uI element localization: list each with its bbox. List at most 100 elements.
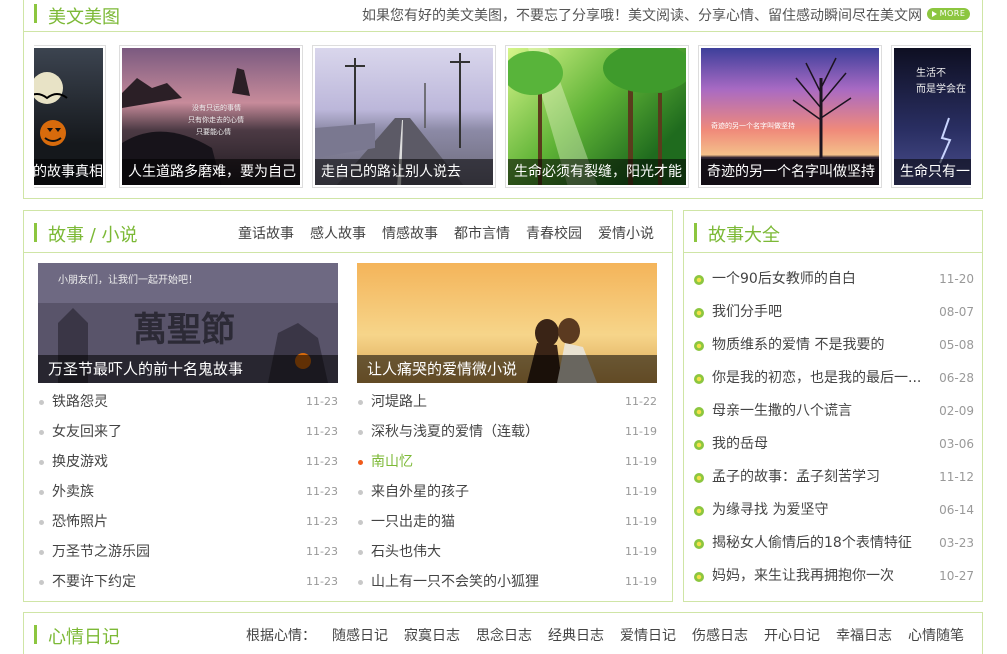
list-item[interactable]: 外卖族 11-23: [38, 477, 338, 507]
story-title[interactable]: 故事 / 小说: [48, 221, 138, 247]
flower-bullet-icon: [694, 308, 704, 318]
tab-random-diary[interactable]: 随感日记: [332, 625, 388, 645]
item-title: 恐怖照片: [52, 514, 108, 530]
gallery-item[interactable]: 没有只远的事情 只有你走去的心情 只要能心情 人生道路多磨难，要为自己: [119, 45, 303, 188]
diary-title[interactable]: 心情日记: [48, 623, 120, 649]
list-item[interactable]: 换皮游戏 11-23: [38, 447, 338, 477]
item-date: 11-19: [625, 455, 657, 468]
list-item[interactable]: 女友回来了 11-23: [38, 417, 338, 447]
flower-bullet-icon: [694, 506, 704, 516]
flower-bullet-icon: [694, 572, 704, 582]
svg-text:小朋友们，让我们一起开始吧！: 小朋友们，让我们一起开始吧！: [58, 273, 198, 286]
bullet-icon: [358, 580, 363, 585]
tab-fairy-tale[interactable]: 童话故事: [238, 223, 294, 243]
bullet-icon: [358, 400, 363, 405]
gallery-item[interactable]: 奇迹的另一个名字叫做坚持 奇迹的另一个名字叫做坚持: [698, 45, 882, 188]
item-date: 11-23: [306, 545, 338, 558]
item-date: 05-08: [937, 329, 974, 362]
svg-text:奇迹的另一个名字叫做坚持: 奇迹的另一个名字叫做坚持: [711, 121, 795, 130]
svg-text:只要能心情: 只要能心情: [196, 127, 231, 136]
gallery-item[interactable]: 生活不 而是学会在 生命只有一: [891, 45, 971, 188]
list-item[interactable]: 万圣节之游乐园 11-23: [38, 537, 338, 567]
tab-missing-log[interactable]: 思念日志: [476, 625, 532, 645]
tab-touching-story[interactable]: 感人故事: [310, 223, 366, 243]
flower-bullet-icon: [694, 407, 704, 417]
gallery-strip: 的故事真相 没有只远的事情 只有你走去的心情 只要能心情 人生道路多磨难，要为自…: [34, 45, 971, 188]
gallery-item[interactable]: 走自己的路让别人说去: [312, 45, 496, 188]
story-list-right: 河堤路上 11-22 深秋与浅夏的爱情（连载） 11-19 南山忆 11-19 来自外…: [357, 387, 657, 597]
item-date: 06-28: [937, 362, 974, 395]
tab-classic-log[interactable]: 经典日志: [548, 625, 604, 645]
list-item[interactable]: 恐怖照片 11-23: [38, 507, 338, 537]
item-title: 女友回来了: [52, 424, 122, 440]
tab-lonely-log[interactable]: 寂寞日志: [404, 625, 460, 645]
item-title: 揭秘女人偷情后的18个表情特征: [712, 535, 912, 551]
list-item[interactable]: 我的岳母 03-06: [694, 428, 974, 461]
tab-mood-essay[interactable]: 心情随笔: [908, 625, 964, 645]
side-list: 一个90后女教师的自白 11-20 我们分手吧 08-07 物质维系的爱情 不是我要…: [694, 263, 974, 593]
list-item[interactable]: 妈妈，来生让我再拥抱你一次 10-27: [694, 560, 974, 593]
list-item[interactable]: 不要许下约定 11-23: [38, 567, 338, 597]
story-category-tabs: 童话故事 感人故事 情感故事 都市言情 青春校园 爱情小说: [238, 223, 654, 243]
list-item[interactable]: 来自外星的孩子 11-19: [357, 477, 657, 507]
list-item[interactable]: 你是我的初恋，也是我的最后一... 06-28: [694, 362, 974, 395]
list-item[interactable]: 一个90后女教师的自白 11-20: [694, 263, 974, 296]
tab-bliss-log[interactable]: 幸福日志: [836, 625, 892, 645]
feature-item[interactable]: 小朋友们，让我们一起开始吧！ 萬聖節 万圣节最吓人的前十名鬼故事: [38, 263, 338, 383]
more-button[interactable]: MORE: [927, 8, 970, 20]
gallery-item[interactable]: 的故事真相: [34, 45, 106, 188]
item-date: 11-23: [306, 575, 338, 588]
list-item[interactable]: 一只出走的猫 11-19: [357, 507, 657, 537]
item-date: 11-23: [306, 425, 338, 438]
item-title: 万圣节之游乐园: [52, 544, 150, 560]
item-date: 02-09: [937, 395, 974, 428]
title-bar-accent: [694, 223, 697, 242]
side-title[interactable]: 故事大全: [708, 221, 780, 247]
list-item[interactable]: 山上有一只不会笑的小狐狸 11-19: [357, 567, 657, 597]
list-item[interactable]: 铁路怨灵 11-23: [38, 387, 338, 417]
tab-sad-log[interactable]: 伤感日志: [692, 625, 748, 645]
tab-emotional-story[interactable]: 情感故事: [382, 223, 438, 243]
bullet-icon: [39, 400, 44, 405]
item-title: 换皮游戏: [52, 454, 108, 470]
svg-text:萬聖節: 萬聖節: [133, 310, 235, 350]
list-item[interactable]: 揭秘女人偷情后的18个表情特征 03-23: [694, 527, 974, 560]
list-item[interactable]: 母亲一生撒的八个谎言 02-09: [694, 395, 974, 428]
item-title: 我的岳母: [712, 436, 768, 452]
gallery-title[interactable]: 美文美图: [48, 3, 120, 29]
list-item[interactable]: 为缘寻找 为爱坚守 06-14: [694, 494, 974, 527]
list-item[interactable]: 深秋与浅夏的爱情（连载） 11-19: [357, 417, 657, 447]
tab-love-diary[interactable]: 爱情日记: [620, 625, 676, 645]
svg-text:而是学会在: 而是学会在: [916, 82, 966, 95]
item-title: 为缘寻找 为爱坚守: [712, 502, 829, 518]
item-date: 11-19: [625, 425, 657, 438]
bullet-icon: [358, 490, 363, 495]
side-header: 故事大全: [684, 211, 982, 253]
flower-bullet-icon: [694, 473, 704, 483]
feature-item[interactable]: 让人痛哭的爱情微小说: [357, 263, 657, 383]
gallery-item[interactable]: 生命必须有裂缝，阳光才能: [505, 45, 689, 188]
list-item[interactable]: 孟子的故事：孟子刻苦学习 11-12: [694, 461, 974, 494]
tab-urban-romance[interactable]: 都市言情: [454, 223, 510, 243]
bullet-icon: [39, 490, 44, 495]
item-date: 11-19: [625, 545, 657, 558]
item-date: 11-19: [625, 515, 657, 528]
tab-campus[interactable]: 青春校园: [526, 223, 582, 243]
item-title: 妈妈，来生让我再拥抱你一次: [712, 568, 894, 584]
bullet-icon: [358, 550, 363, 555]
tab-love-novel[interactable]: 爱情小说: [598, 223, 654, 243]
list-item[interactable]: 物质维系的爱情 不是我要的 05-08: [694, 329, 974, 362]
svg-text:生活不: 生活不: [916, 66, 946, 79]
flower-bullet-icon: [694, 440, 704, 450]
list-item[interactable]: 河堤路上 11-22: [357, 387, 657, 417]
item-title: 南山忆: [371, 454, 413, 470]
item-title: 外卖族: [52, 484, 94, 500]
list-item[interactable]: 我们分手吧 08-07: [694, 296, 974, 329]
item-title: 铁路怨灵: [52, 394, 108, 410]
bullet-icon: [358, 520, 363, 525]
list-item[interactable]: 石头也伟大 11-19: [357, 537, 657, 567]
item-date: 10-27: [937, 560, 974, 593]
item-title: 石头也伟大: [371, 544, 441, 560]
tab-happy-diary[interactable]: 开心日记: [764, 625, 820, 645]
list-item[interactable]: 南山忆 11-19: [357, 447, 657, 477]
